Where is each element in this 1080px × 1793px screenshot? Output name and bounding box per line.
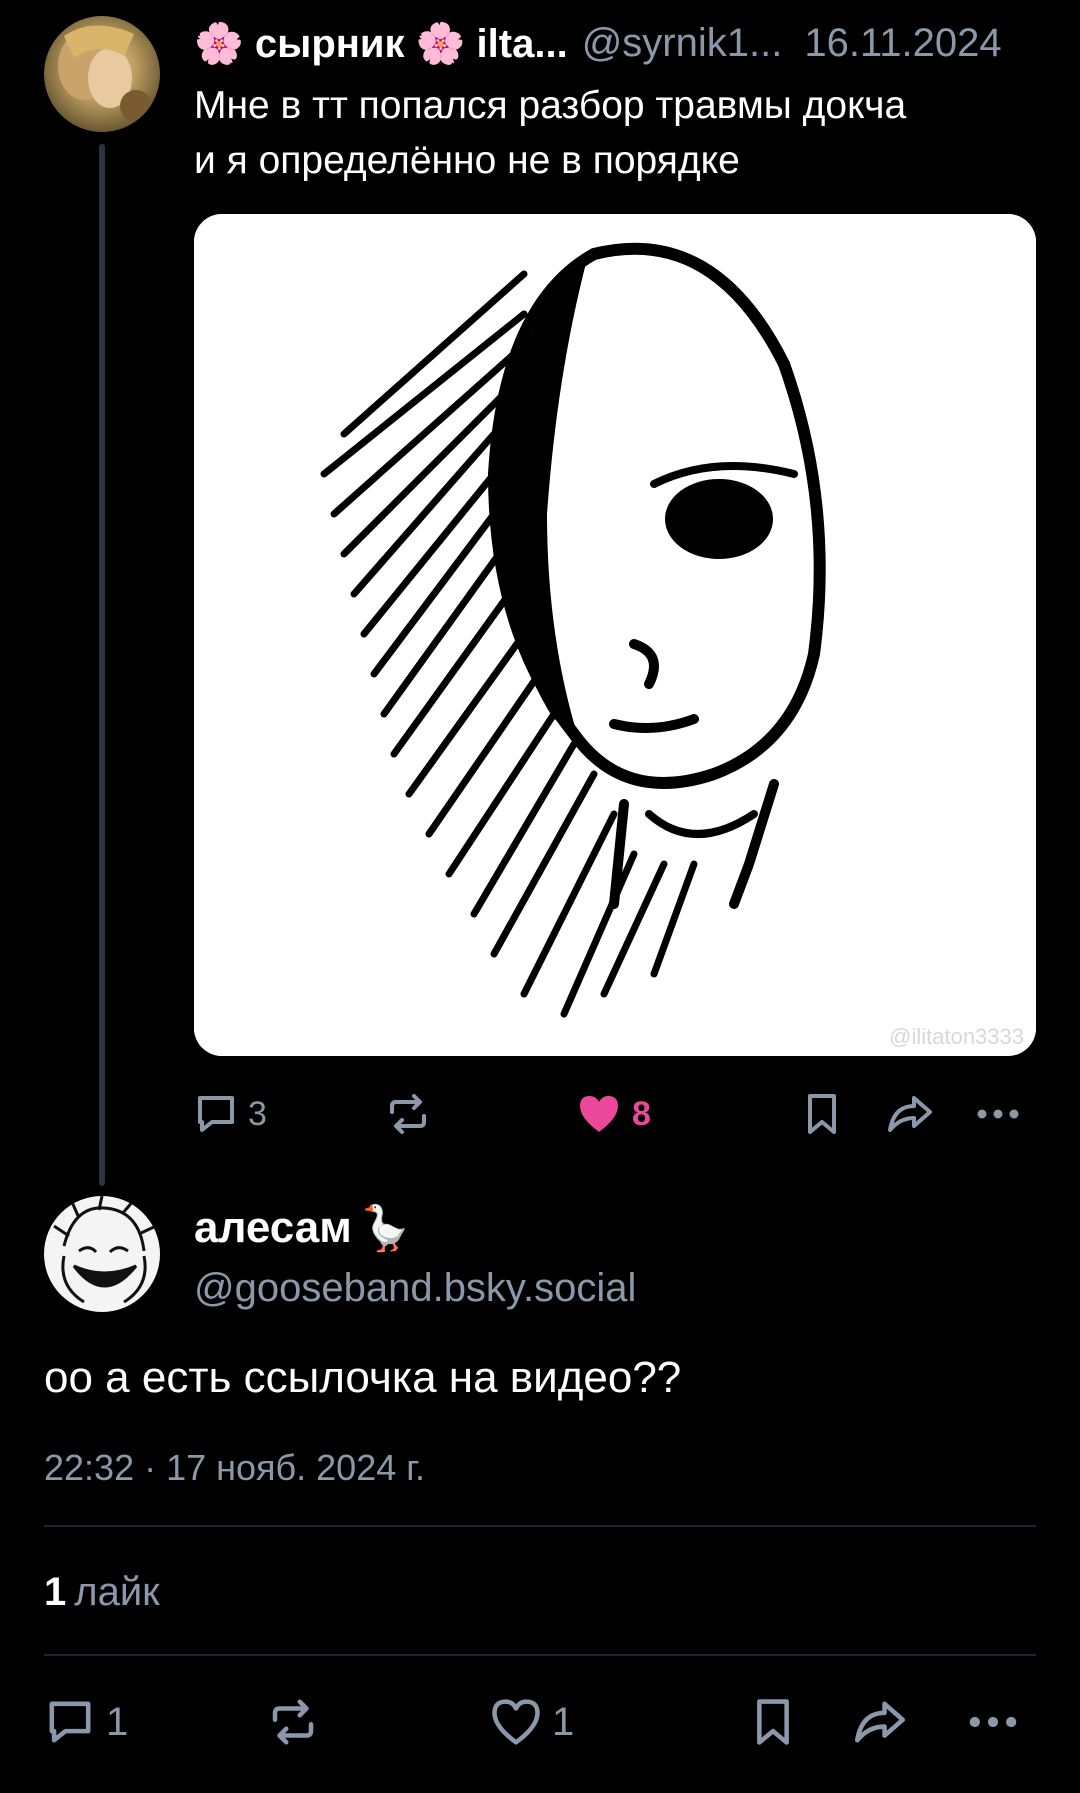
parent-post-text-line: Мне в тт попался разбор травмы докча	[194, 84, 907, 127]
parent-post-text: Мне в тт попался разбор травмы докча и я…	[194, 78, 1044, 188]
parent-repost-button[interactable]	[384, 1086, 432, 1142]
reply-timestamp: 22:32 · 17 нояб. 2024 г.	[44, 1447, 425, 1488]
reply-like-button[interactable]: 1	[490, 1694, 574, 1750]
repost-icon	[384, 1092, 432, 1136]
bookmark-icon	[750, 1697, 796, 1747]
divider	[44, 1525, 1036, 1527]
reply-author-avatar[interactable]	[44, 1196, 160, 1312]
reply-reply-button[interactable]: 1	[44, 1694, 128, 1750]
reply-post-text: оо а есть ссылочка на видео??	[44, 1353, 682, 1402]
parent-post-header: 🌸 сырник 🌸 ilta... @syrnik1... 16.11.202…	[194, 14, 1036, 72]
image-watermark: @ilitaton3333	[889, 1024, 1024, 1049]
reply-author-name[interactable]: алесам	[194, 1203, 352, 1253]
heart-icon	[490, 1697, 542, 1747]
reply-icon	[44, 1697, 96, 1747]
thread-line	[99, 144, 105, 1186]
reply-bookmark-button[interactable]	[750, 1694, 796, 1750]
goose-emoji: 🪿	[357, 1204, 413, 1253]
repost-icon	[266, 1697, 320, 1747]
more-icon	[976, 1092, 1020, 1136]
parent-author-avatar[interactable]	[44, 16, 160, 132]
bookmark-icon	[802, 1092, 842, 1136]
parent-more-button[interactable]	[976, 1086, 1020, 1142]
parent-reply-button[interactable]: 3	[194, 1086, 267, 1142]
divider	[44, 1654, 1036, 1656]
share-icon	[852, 1697, 908, 1747]
parent-bookmark-button[interactable]	[802, 1086, 842, 1142]
likes-count: 1	[44, 1570, 67, 1614]
reply-author-handle[interactable]: @gooseband.bsky.social	[194, 1260, 636, 1316]
reply-like-count: 1	[552, 1699, 575, 1744]
share-icon	[886, 1092, 934, 1136]
parent-post-text-line: и я определённо не в порядке	[194, 139, 740, 182]
parent-reply-count: 3	[248, 1094, 267, 1133]
reply-reply-count: 1	[106, 1699, 129, 1744]
likes-summary[interactable]: 1 лайк	[44, 1562, 160, 1622]
reply-share-button[interactable]	[852, 1694, 908, 1750]
likes-label: лайк	[74, 1570, 160, 1614]
parent-share-button[interactable]	[886, 1086, 934, 1142]
heart-icon	[576, 1092, 622, 1136]
reply-icon	[194, 1092, 238, 1136]
reply-more-button[interactable]	[968, 1694, 1018, 1750]
parent-author-handle[interactable]: @syrnik1...	[582, 21, 783, 66]
post-image[interactable]: @ilitaton3333	[194, 214, 1036, 1056]
parent-like-button[interactable]: 8	[576, 1086, 651, 1142]
parent-author-name[interactable]: 🌸 сырник 🌸 ilta...	[194, 20, 568, 67]
parent-post-date[interactable]: 16.11.2024	[804, 21, 1001, 66]
parent-like-count: 8	[632, 1094, 651, 1133]
reply-repost-button[interactable]	[266, 1694, 320, 1750]
more-icon	[968, 1697, 1018, 1747]
reply-author-name-row[interactable]: алесам 🪿	[194, 1196, 413, 1260]
